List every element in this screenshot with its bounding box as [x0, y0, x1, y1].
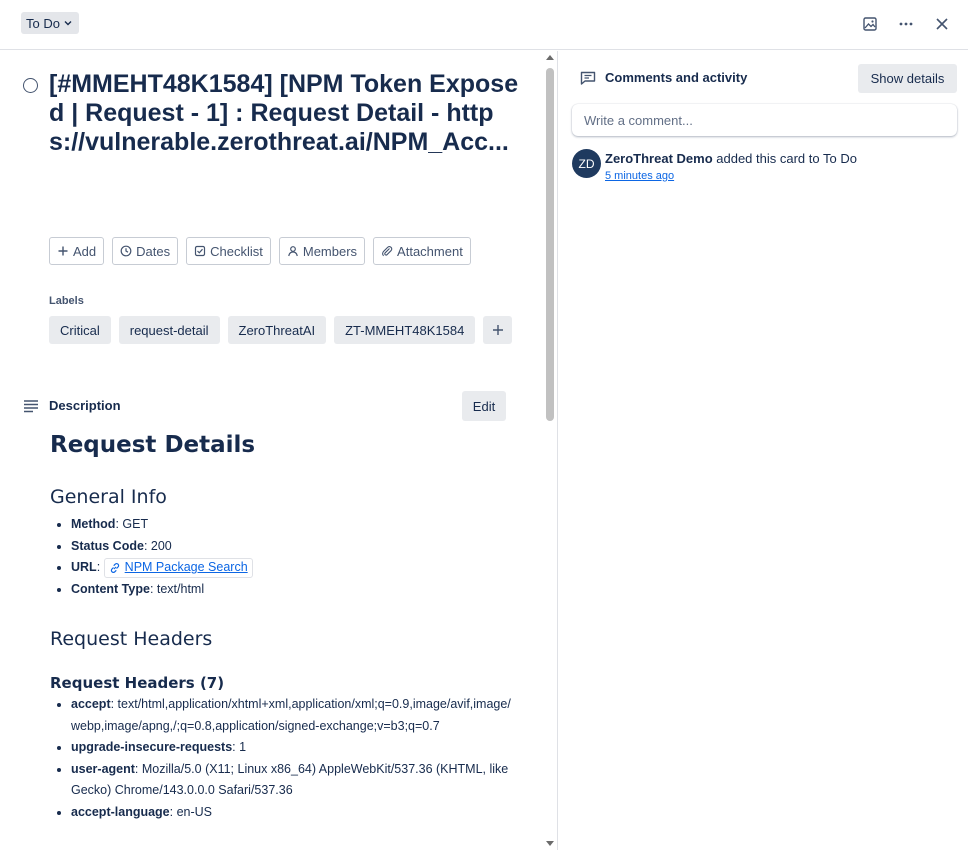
scrollbar[interactable]: [542, 51, 556, 850]
activity-timestamp[interactable]: 5 minutes ago: [605, 170, 674, 182]
more-icon[interactable]: [894, 12, 918, 36]
card-title[interactable]: [#MMEHT48K1584] [NPM Token Exposed | Req…: [49, 70, 519, 157]
members-button[interactable]: Members: [278, 237, 366, 265]
checklist-button[interactable]: Checklist: [186, 237, 271, 265]
labels-list: Critical request-detail ZeroThreatAI ZT-…: [49, 316, 519, 344]
list-item: user-agent: Mozilla/5.0 (X11; Linux x86_…: [71, 759, 515, 802]
list-item: accept-language: en-US: [71, 802, 515, 824]
label-chip[interactable]: ZeroThreatAI: [227, 316, 327, 344]
close-icon[interactable]: [930, 12, 954, 36]
activity-entry: ZeroThreat Demo added this card to To Do: [605, 151, 857, 166]
list-item: URL: NPM Package Search: [71, 557, 515, 579]
label-chip[interactable]: Critical: [49, 316, 111, 344]
clock-icon: [120, 245, 132, 257]
comment-input[interactable]: [572, 104, 957, 136]
attachment-button[interactable]: Attachment: [373, 237, 471, 265]
complete-toggle-icon[interactable]: [23, 78, 38, 93]
activity-action: added this card to To Do: [712, 151, 857, 166]
link-icon: [110, 562, 119, 573]
description-icon: [24, 400, 38, 413]
dates-button[interactable]: Dates: [112, 237, 179, 265]
url-link[interactable]: NPM Package Search: [125, 557, 248, 579]
url-link-chip[interactable]: NPM Package Search: [103, 557, 253, 579]
paperclip-icon: [382, 246, 393, 257]
add-button[interactable]: Add: [49, 237, 105, 265]
scroll-down-icon[interactable]: [546, 841, 554, 846]
description-body[interactable]: Request Details General Info Method: GET…: [50, 430, 515, 823]
status-dropdown[interactable]: To Do: [21, 12, 79, 34]
card-header: To Do: [0, 0, 968, 50]
scrollbar-thumb[interactable]: [546, 68, 554, 421]
request-headers-heading: Request Headers: [50, 628, 213, 650]
member-icon: [288, 246, 298, 257]
card-main-pane: [#MMEHT48K1584] [NPM Token Exposed | Req…: [0, 51, 542, 850]
description-heading: Description: [49, 398, 121, 413]
chevron-down-icon: [64, 21, 72, 26]
comment-icon: [580, 71, 596, 85]
label-chip[interactable]: ZT-MMEHT48K1584: [334, 316, 476, 344]
request-headers-subheading: Request Headers (7): [50, 674, 225, 692]
request-details-heading: Request Details: [50, 432, 256, 458]
comments-pane: Comments and activity Show details ZD Ze…: [558, 51, 968, 850]
plus-icon: [492, 325, 503, 335]
scroll-up-icon[interactable]: [546, 55, 554, 60]
comments-heading: Comments and activity: [605, 70, 748, 85]
avatar[interactable]: ZD: [572, 149, 601, 178]
labels-heading: Labels: [49, 295, 84, 307]
card-actions: Add Dates Checklist Members Attachment: [49, 237, 471, 265]
checklist-icon: [195, 245, 206, 257]
attachment-button-label: Attachment: [397, 243, 463, 259]
request-headers-list: accept: text/html,application/xhtml+xml,…: [50, 694, 515, 823]
edit-description-button[interactable]: Edit: [462, 391, 506, 421]
dates-button-label: Dates: [136, 243, 171, 259]
list-item: Method: GET: [71, 514, 515, 536]
general-info-list: Method: GET Status Code: 200 URL: NPM Pa…: [50, 514, 515, 600]
general-info-heading: General Info: [50, 486, 167, 508]
status-label: To Do: [26, 15, 60, 31]
show-details-button[interactable]: Show details: [858, 64, 957, 93]
checklist-button-label: Checklist: [210, 243, 263, 259]
list-item: upgrade-insecure-requests: 1: [71, 737, 515, 759]
image-icon[interactable]: [858, 12, 882, 36]
label-chip[interactable]: request-detail: [118, 316, 220, 344]
members-button-label: Members: [302, 243, 358, 259]
list-item: accept: text/html,application/xhtml+xml,…: [71, 694, 515, 737]
add-label-button[interactable]: [483, 316, 513, 344]
list-item: Status Code: 200: [71, 536, 515, 558]
list-item: Content Type: text/html: [71, 579, 515, 601]
activity-user[interactable]: ZeroThreat Demo: [605, 151, 713, 166]
plus-icon: [58, 246, 68, 256]
add-button-label: Add: [73, 243, 97, 259]
